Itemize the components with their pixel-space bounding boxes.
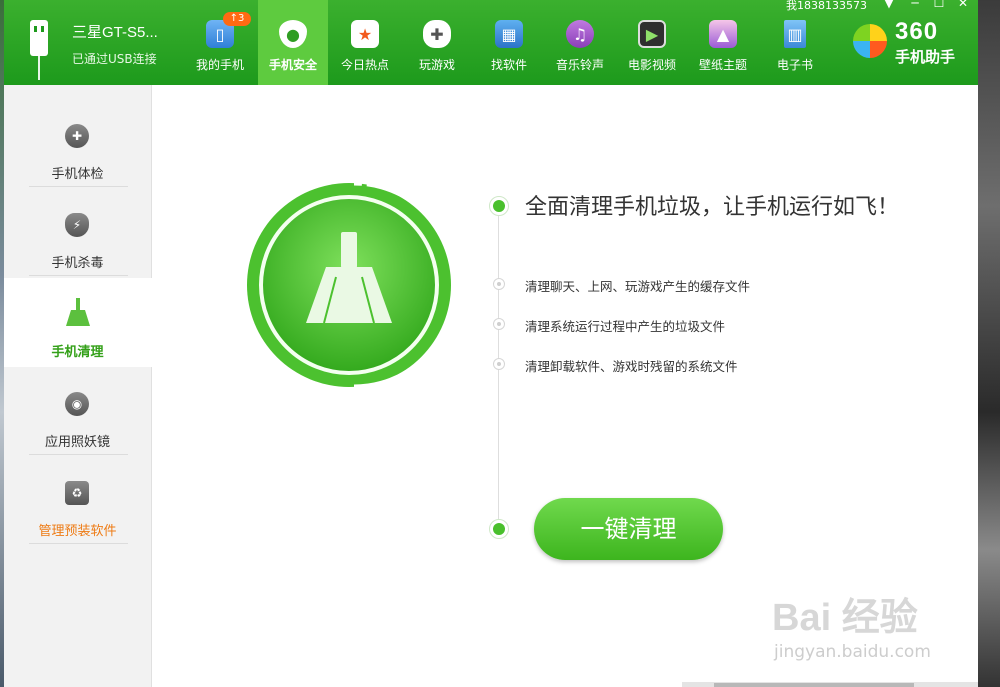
nav-label: 壁纸主题 xyxy=(698,58,747,72)
bullet-cache-files: 清理聊天、上网、玩游戏产生的缓存文件 xyxy=(525,279,751,294)
nav-my-phone[interactable]: ▯ ↑3 我的手机 xyxy=(185,0,255,85)
nav-label: 今日热点 xyxy=(340,58,389,72)
checkup-icon: ✚ xyxy=(65,124,89,148)
logo-icon xyxy=(853,24,887,58)
film-icon: ▶ xyxy=(638,20,666,48)
nav-today-hot[interactable]: ★ 今日热点 xyxy=(330,0,400,85)
watermark-main: Bai 经验 xyxy=(772,597,918,639)
sidebar: ✚ 手机体检 ⚡ 手机杀毒 手机清理 ◉ 应用照妖镜 ♻ 管理预装软件 xyxy=(4,85,152,687)
bullet-system-junk: 清理系统运行过程中产生的垃圾文件 xyxy=(525,319,726,334)
sidebar-item-label: 应用照妖镜 xyxy=(44,435,110,450)
shield-icon: ● xyxy=(279,20,307,48)
cleanup-broom-emblem-icon xyxy=(247,180,459,390)
bullet-residual-files: 清理卸载软件、游戏时残留的系统文件 xyxy=(525,359,738,374)
timeline-dot-top xyxy=(489,196,509,216)
sidebar-divider xyxy=(29,543,128,544)
timeline-dot xyxy=(493,278,505,290)
timeline-dot-bottom xyxy=(489,519,509,539)
nav-play-games[interactable]: ✚ 玩游戏 xyxy=(402,0,472,85)
usb-icon xyxy=(30,20,48,56)
nav-label: 找软件 xyxy=(490,58,527,72)
device-name: 三星GT-S5... xyxy=(72,24,158,41)
update-badge: ↑3 xyxy=(223,12,251,26)
nav-label: 手机安全 xyxy=(268,58,317,72)
nav-find-apps[interactable]: ▦ 找软件 xyxy=(474,0,544,85)
star-icon: ★ xyxy=(351,20,379,48)
logo-number: 360 xyxy=(895,18,939,45)
antivirus-shield-icon: ⚡ xyxy=(65,213,89,237)
sidebar-item-cleanup[interactable]: 手机清理 xyxy=(4,278,152,367)
watermark-url: jingyan.baidu.com xyxy=(774,642,931,662)
cleanup-headline: 全面清理手机垃圾，让手机运行如飞！ xyxy=(525,195,900,220)
nav-label: 我的手机 xyxy=(195,58,244,72)
sidebar-item-app-mirror[interactable]: ◉ 应用照妖镜 xyxy=(4,368,151,457)
book-icon: ▥ xyxy=(784,20,806,48)
eye-lens-icon: ◉ xyxy=(65,392,89,416)
sidebar-item-label: 管理预装软件 xyxy=(38,524,117,539)
nav-music-ringtones[interactable]: ♫ 音乐铃声 xyxy=(545,0,615,85)
sidebar-item-preinstalled-apps[interactable]: ♻ 管理预装软件 xyxy=(4,457,151,546)
broom-icon xyxy=(66,298,90,326)
sidebar-divider xyxy=(29,186,128,187)
sidebar-item-antivirus[interactable]: ⚡ 手机杀毒 xyxy=(4,189,151,278)
desktop-background-right xyxy=(978,0,1000,687)
sidebar-item-label: 手机清理 xyxy=(51,345,104,360)
logo-name: 手机助手 xyxy=(895,48,956,66)
nav-label: 电子书 xyxy=(776,58,813,72)
nav-label: 玩游戏 xyxy=(418,58,455,72)
trash-recycle-icon: ♻ xyxy=(65,481,89,505)
sidebar-item-label: 手机杀毒 xyxy=(51,256,104,271)
nav-phone-security[interactable]: ● 手机安全 xyxy=(258,0,328,85)
close-icon[interactable]: ✕ xyxy=(954,0,972,10)
menu-dropdown-icon[interactable]: ▼ xyxy=(880,0,898,10)
usb-cable-icon xyxy=(38,56,40,80)
sidebar-item-checkup[interactable]: ✚ 手机体检 xyxy=(4,100,151,189)
app-store-icon: ▦ xyxy=(495,20,523,48)
top-bar: 三星GT-S5... 已通过USB连接 ▯ ↑3 我的手机 ● 手机安全 ★ 今… xyxy=(4,0,978,85)
minimize-icon[interactable]: ─ xyxy=(906,0,924,10)
nav-label: 音乐铃声 xyxy=(555,58,604,72)
sidebar-item-label: 手机体检 xyxy=(51,167,104,182)
account-id[interactable]: 我1838133573 xyxy=(786,0,867,13)
app-window: 三星GT-S5... 已通过USB连接 ▯ ↑3 我的手机 ● 手机安全 ★ 今… xyxy=(4,0,978,687)
nav-movies-videos[interactable]: ▶ 电影视频 xyxy=(617,0,687,85)
maximize-icon[interactable]: ☐ xyxy=(930,0,948,10)
baidu-watermark: Bai 经验 jingyan.baidu.com xyxy=(772,578,962,668)
sidebar-divider xyxy=(29,275,128,276)
one-click-clean-button[interactable]: 一键清理 xyxy=(534,498,723,560)
sidebar-divider xyxy=(29,454,128,455)
scrollbar-thumb[interactable] xyxy=(714,683,914,687)
nav-label: 电影视频 xyxy=(627,58,676,72)
nav-wallpapers-themes[interactable]: ▲ 壁纸主题 xyxy=(688,0,758,85)
device-connection-status: 已通过USB连接 xyxy=(72,52,157,66)
timeline-dot xyxy=(493,358,505,370)
device-panel[interactable]: 三星GT-S5... 已通过USB连接 xyxy=(4,0,174,85)
music-icon: ♫ xyxy=(566,20,594,48)
picture-icon: ▲ xyxy=(709,20,737,48)
timeline-dot xyxy=(493,318,505,330)
gamepad-icon: ✚ xyxy=(423,20,451,48)
